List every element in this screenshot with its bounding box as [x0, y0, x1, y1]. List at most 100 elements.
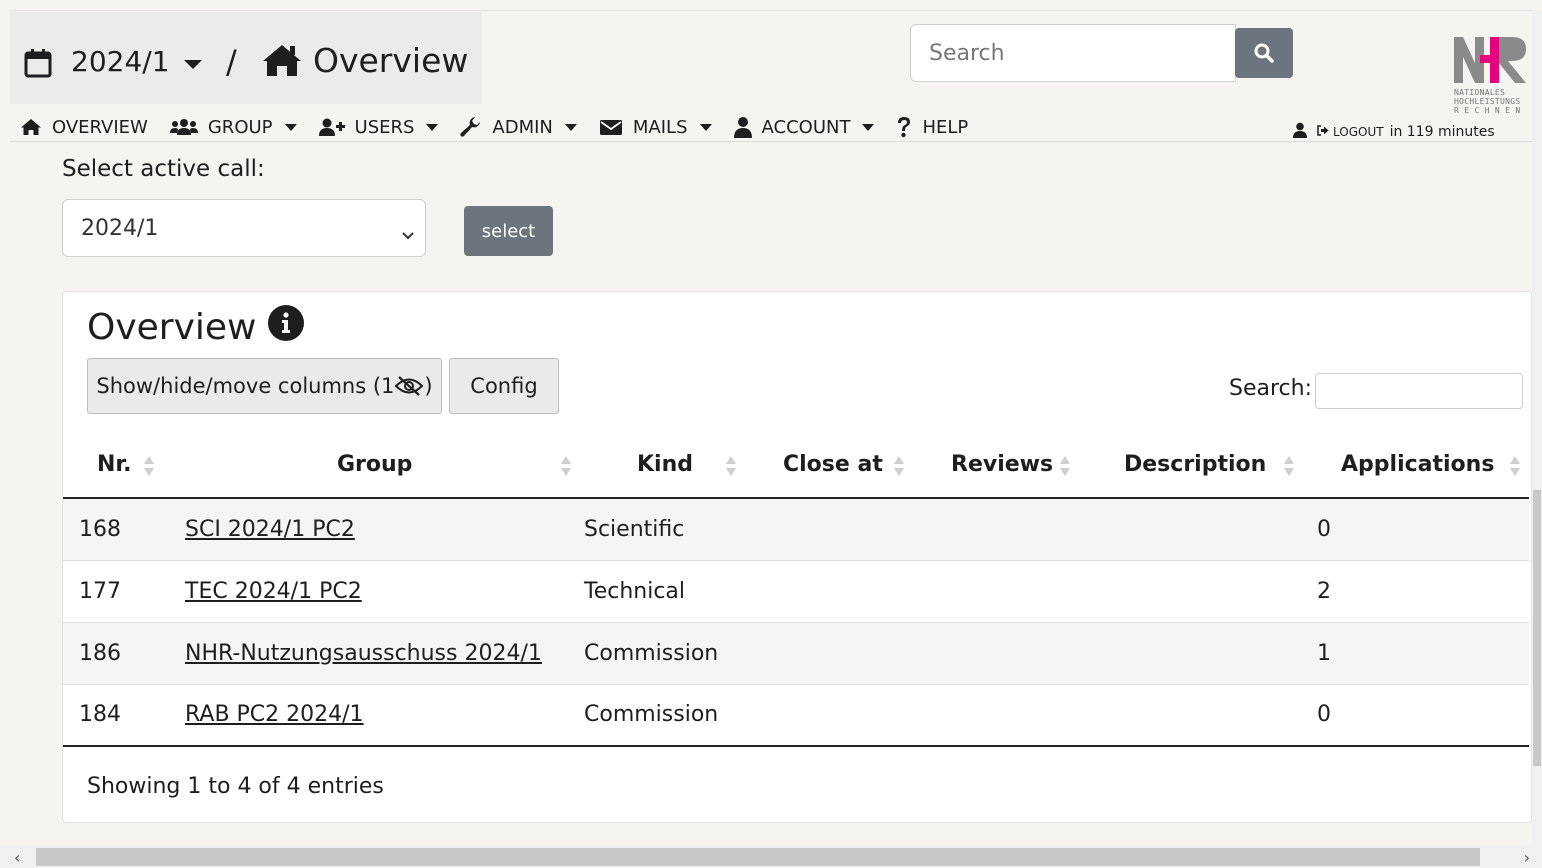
logout-icon[interactable]	[1317, 124, 1329, 140]
sort-icon	[1509, 454, 1521, 484]
question-icon	[896, 116, 912, 138]
cell-nr: 177	[63, 560, 175, 623]
scroll-right-icon[interactable]: ›	[1524, 848, 1530, 867]
table-row: 168 SCI 2024/1 PC2 Scientific 0	[63, 498, 1529, 561]
col-label: Kind	[637, 452, 693, 477]
sort-icon	[560, 454, 572, 484]
col-group[interactable]: Group	[175, 432, 575, 499]
search-input[interactable]	[910, 24, 1236, 82]
home-icon	[261, 43, 303, 81]
nav-mails[interactable]: MAILS	[599, 117, 712, 138]
cell-group: TEC 2024/1 PC2	[175, 560, 575, 623]
nav-label: HELP	[922, 116, 969, 138]
nav-account[interactable]: ACCOUNT	[733, 116, 875, 138]
cell-applications: 0	[1317, 498, 1529, 561]
nhr-logo: NATIONALES HOCHLEISTUNGS R E C H N E N	[1450, 35, 1530, 121]
breadcrumb-separator: /	[226, 43, 237, 81]
chevron-down-icon	[862, 123, 875, 131]
cell-nr: 184	[63, 684, 175, 747]
table-row: 177 TEC 2024/1 PC2 Technical 2	[63, 560, 1529, 623]
table-info: Showing 1 to 4 of 4 entries	[87, 774, 384, 799]
cell-applications: 2	[1317, 560, 1529, 623]
call-select[interactable]: 2024/1	[62, 199, 426, 257]
col-label: Applications	[1341, 452, 1495, 477]
sort-icon	[1283, 454, 1295, 484]
user-icon	[733, 116, 752, 138]
logo-subtitle: NATIONALES HOCHLEISTUNGS R E C H N E N	[1454, 88, 1521, 115]
config-button[interactable]: Config	[449, 358, 559, 414]
table-row: 184 RAB PC2 2024/1 Commission 0	[63, 684, 1529, 747]
overview-card: Overview Show/hide/move columns (1 ) Con…	[62, 291, 1532, 823]
group-link[interactable]: TEC 2024/1 PC2	[185, 579, 362, 604]
scroll-left-icon[interactable]: ‹	[14, 848, 20, 867]
chevron-down-icon	[564, 123, 577, 131]
sort-icon	[143, 454, 155, 484]
horizontal-scrollbar[interactable]: ‹ ›	[0, 846, 1542, 868]
search-icon	[1254, 43, 1274, 63]
home-icon	[20, 118, 42, 136]
chevron-down-icon	[401, 222, 415, 247]
period-caret-icon[interactable]	[184, 60, 202, 69]
sort-icon	[1059, 454, 1071, 484]
cell-close-at	[765, 684, 931, 747]
cell-close-at	[765, 622, 931, 685]
cell-group: SCI 2024/1 PC2	[175, 498, 575, 561]
sort-icon	[725, 454, 737, 484]
chevron-down-icon	[699, 123, 712, 131]
cell-reviews	[931, 560, 1102, 623]
col-applications[interactable]: Applications	[1317, 432, 1529, 499]
info-icon[interactable]	[267, 304, 305, 351]
table-header-row: Nr. Group Kind Close at Reviews Descript…	[63, 432, 1529, 499]
eye-slash-icon	[394, 375, 424, 397]
nav-label: ACCOUNT	[761, 116, 851, 138]
cell-description	[1102, 560, 1317, 623]
table-search-input[interactable]	[1315, 373, 1523, 409]
cell-applications: 1	[1317, 622, 1529, 685]
scroll-thumb[interactable]	[36, 848, 1480, 866]
sort-icon	[893, 454, 905, 484]
cell-close-at	[765, 498, 931, 561]
scroll-thumb[interactable]	[1533, 490, 1541, 766]
cell-reviews	[931, 684, 1102, 747]
search-button[interactable]	[1235, 28, 1293, 78]
wrench-icon	[460, 116, 482, 138]
select-call-label: Select active call:	[62, 156, 265, 182]
col-description[interactable]: Description	[1102, 432, 1317, 499]
nav-help[interactable]: HELP	[896, 116, 968, 138]
nav-admin[interactable]: ADMIN	[460, 116, 577, 138]
nav-label: GROUP	[207, 116, 273, 138]
cell-description	[1102, 684, 1317, 747]
nav-label: ADMIN	[492, 116, 553, 138]
col-reviews[interactable]: Reviews	[931, 432, 1102, 499]
nav-label: OVERVIEW	[52, 116, 148, 138]
col-kind[interactable]: Kind	[575, 432, 765, 499]
main-nav: OVERVIEW GROUP USERS ADMIN MAILS ACCOUNT	[20, 113, 990, 141]
cell-description	[1102, 498, 1317, 561]
col-nr[interactable]: Nr.	[63, 432, 175, 499]
chevron-down-icon	[284, 123, 297, 131]
cell-kind: Technical	[575, 560, 765, 623]
cell-applications: 0	[1317, 684, 1529, 747]
vertical-scrollbar[interactable]	[1532, 10, 1542, 846]
nav-group[interactable]: GROUP	[169, 116, 297, 138]
columns-button[interactable]: Show/hide/move columns (1 )	[87, 358, 442, 414]
cell-nr: 168	[63, 498, 175, 561]
select-call-button[interactable]: select	[464, 206, 553, 256]
cell-close-at	[765, 560, 931, 623]
period-selector[interactable]: 2024/1	[71, 45, 170, 78]
nav-users[interactable]: USERS	[318, 117, 439, 138]
group-link[interactable]: NHR-Nutzungsausschuss 2024/1	[185, 641, 542, 666]
overview-table: Nr. Group Kind Close at Reviews Descript…	[63, 432, 1529, 747]
columns-button-label-end: )	[424, 374, 433, 398]
logout-link[interactable]: LOGOUT	[1333, 125, 1384, 139]
table-row: 186 NHR-Nutzungsausschuss 2024/1 Commiss…	[63, 622, 1529, 685]
col-label: Close at	[783, 452, 883, 477]
calendar-icon[interactable]	[24, 48, 52, 82]
group-link[interactable]: RAB PC2 2024/1	[185, 702, 364, 727]
cell-reviews	[931, 498, 1102, 561]
col-close-at[interactable]: Close at	[765, 432, 931, 499]
nav-overview[interactable]: OVERVIEW	[20, 117, 148, 138]
cell-description	[1102, 622, 1317, 685]
session-info: LOGOUT in 119 minutes	[1293, 122, 1495, 142]
group-link[interactable]: SCI 2024/1 PC2	[185, 517, 355, 542]
